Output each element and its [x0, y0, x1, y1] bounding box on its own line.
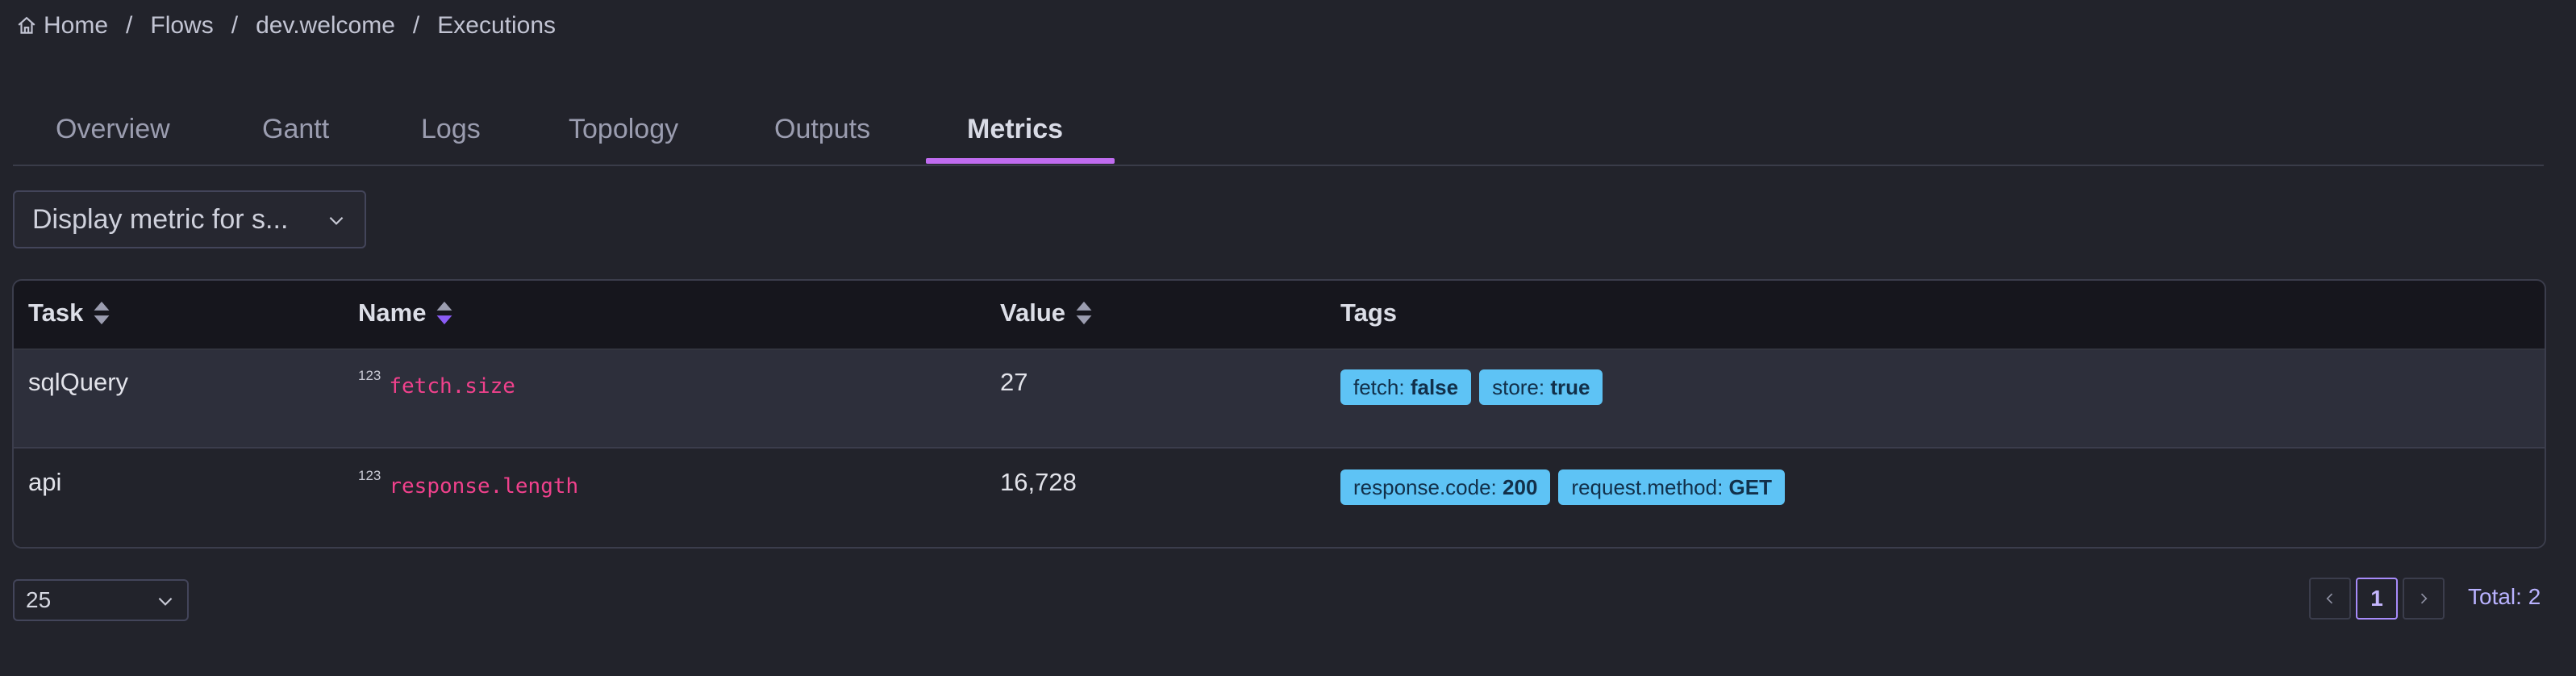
total-count: Total: 2 [2468, 584, 2541, 609]
column-header-task[interactable]: Task [28, 298, 110, 328]
sort-icon[interactable] [1075, 300, 1093, 326]
tags-cell: response.code: 200 request.method: GET [1340, 469, 1785, 505]
executions-metrics-page: Home / Flows / dev.welcome / Executions … [0, 0, 2576, 676]
sort-icon[interactable] [93, 300, 110, 326]
active-tab-indicator [926, 158, 1115, 164]
task-cell: api [28, 468, 62, 496]
number-type-icon: 123 [358, 368, 381, 383]
metric-name-cell: 123 response.length [358, 468, 578, 499]
chevron-left-icon [2326, 593, 2333, 604]
breadcrumb-separator: / [412, 12, 420, 39]
metric-name: fetch.size [389, 374, 515, 399]
breadcrumb-separator: / [126, 12, 133, 39]
breadcrumb-separator: / [231, 12, 239, 39]
number-type-icon: 123 [358, 468, 381, 483]
metric-name-cell: 123 fetch.size [358, 368, 515, 399]
breadcrumb-executions[interactable]: Executions [437, 12, 556, 40]
tag-badge: fetch: false [1340, 369, 1472, 405]
chevron-down-icon [329, 216, 344, 225]
breadcrumb-flows[interactable]: Flows [150, 12, 213, 40]
metric-task-select-value: Display metric for s... [32, 203, 289, 235]
previous-page-button[interactable] [2309, 578, 2351, 620]
sort-ascending-icon[interactable] [436, 300, 453, 326]
home-icon[interactable] [16, 15, 37, 36]
page-size-value: 25 [26, 587, 52, 612]
breadcrumb-home[interactable]: Home [44, 12, 108, 40]
breadcrumb: Home / Flows / dev.welcome / Executions [16, 10, 556, 42]
column-header-name[interactable]: Name [358, 298, 453, 328]
table-header: Task Name Value Tags [14, 281, 2545, 350]
task-cell: sqlQuery [28, 368, 129, 396]
next-page-button[interactable] [2403, 578, 2445, 620]
table-row[interactable]: api 123 response.length 16,728 response.… [14, 450, 2545, 547]
metric-value-cell: 27 [1000, 368, 1028, 396]
column-header-task-label: Task [28, 298, 84, 327]
tab-gantt[interactable]: Gantt [262, 111, 329, 161]
column-header-name-label: Name [358, 298, 427, 327]
tab-outputs[interactable]: Outputs [774, 111, 870, 161]
page-size-select[interactable]: 25 [13, 579, 189, 621]
tag-badge: store: true [1479, 369, 1603, 405]
metric-value-cell: 16,728 [1000, 468, 1077, 496]
current-page-button[interactable]: 1 [2356, 578, 2398, 620]
metrics-table: Task Name Value Tags sqlQuery 123 fetch.… [12, 279, 2546, 549]
column-header-tags-label: Tags [1340, 298, 1398, 327]
breadcrumb-flow[interactable]: dev.welcome [256, 12, 395, 40]
tab-metrics[interactable]: Metrics [967, 111, 1063, 161]
tag-badge: request.method: GET [1558, 469, 1785, 505]
column-header-value-label: Value [1000, 298, 1065, 327]
column-header-value[interactable]: Value [1000, 298, 1093, 328]
column-header-tags: Tags [1340, 298, 1397, 328]
metric-task-select[interactable]: Display metric for s... [13, 190, 366, 248]
tab-overview[interactable]: Overview [56, 111, 170, 161]
tab-topology[interactable]: Topology [569, 111, 678, 161]
chevron-down-icon [158, 597, 173, 606]
table-row[interactable]: sqlQuery 123 fetch.size 27 fetch: false … [14, 350, 2545, 449]
metric-name: response.length [389, 474, 579, 499]
tags-cell: fetch: false store: true [1340, 369, 1603, 405]
chevron-right-icon [2420, 593, 2428, 604]
tab-logs[interactable]: Logs [421, 111, 481, 161]
tab-bar: Overview Gantt Logs Topology Outputs Met… [13, 95, 2544, 166]
tag-badge: response.code: 200 [1340, 469, 1551, 505]
